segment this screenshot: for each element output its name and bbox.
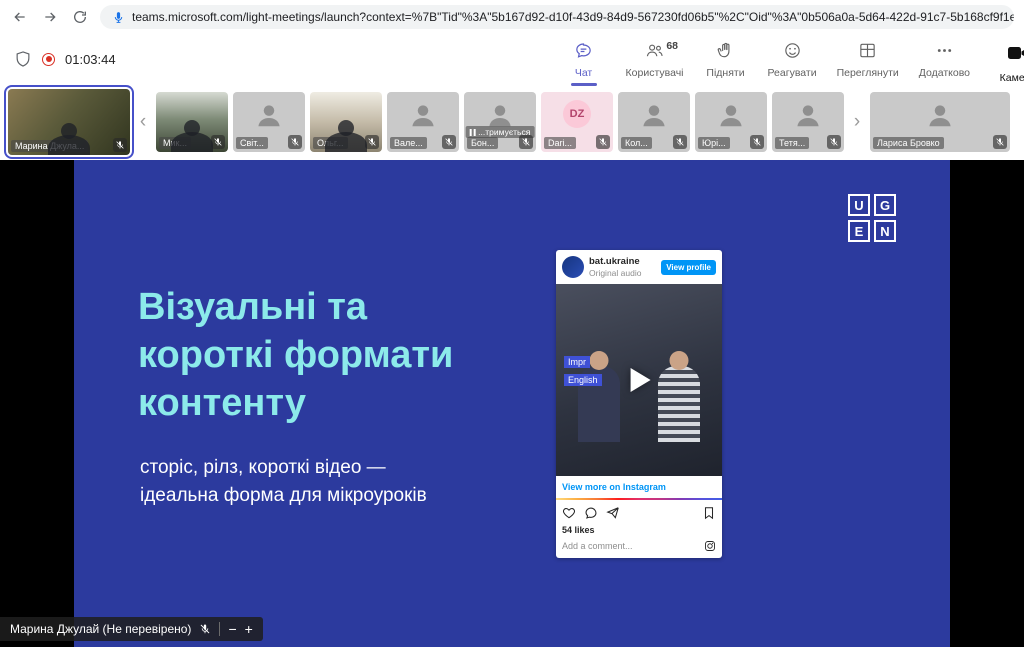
bookmark-icon bbox=[702, 506, 716, 520]
video-caption: English bbox=[564, 374, 602, 386]
pause-icon bbox=[470, 129, 476, 136]
toolbar-view-button[interactable]: Переглянути bbox=[837, 41, 899, 79]
back-icon[interactable] bbox=[10, 7, 30, 27]
participant-tile[interactable]: Ольг... bbox=[310, 92, 382, 152]
instagram-audio-label: Original audio bbox=[589, 268, 641, 278]
camera-icon bbox=[1006, 41, 1024, 70]
strip-scroll-left-button[interactable]: ‹ bbox=[135, 100, 151, 144]
toolbar-people-button[interactable]: 68 Користувачі bbox=[626, 41, 684, 79]
initials-avatar: DZ bbox=[563, 100, 591, 128]
participant-tile[interactable]: Кол... bbox=[618, 92, 690, 152]
instagram-embed-card: bat.ukraine Original audio View profile … bbox=[556, 250, 722, 558]
participant-count: 68 bbox=[666, 40, 678, 52]
instagram-avatar bbox=[562, 256, 584, 278]
toolbar-camera-button[interactable]: Камера bbox=[996, 41, 1024, 84]
avatar-icon bbox=[793, 100, 823, 135]
forward-icon[interactable] bbox=[40, 7, 60, 27]
toolbar-chat-button[interactable]: Чат bbox=[562, 41, 606, 79]
mic-muted-icon bbox=[442, 135, 456, 149]
shield-icon bbox=[14, 50, 32, 68]
view-grid-icon bbox=[858, 41, 877, 65]
instagram-video: Impr English bbox=[556, 284, 722, 476]
toolbar-raise-hand-button[interactable]: Підняти bbox=[704, 41, 748, 79]
screen-share-stage: U G E N Візуальні та короткі формати кон… bbox=[0, 160, 1024, 647]
participant-tile[interactable]: Мик... bbox=[156, 92, 228, 152]
mic-muted-icon bbox=[211, 135, 225, 149]
people-icon: 68 bbox=[645, 41, 664, 65]
mic-muted-icon bbox=[288, 135, 302, 149]
slide-title: Візуальні та короткі формати контенту bbox=[138, 284, 453, 428]
participant-tile[interactable]: Вале... bbox=[387, 92, 459, 152]
meeting-header: 01:03:44 Чат 68 Користувачі Підняти bbox=[0, 34, 1024, 84]
mic-permission-icon[interactable] bbox=[112, 11, 125, 24]
mic-muted-icon bbox=[113, 138, 127, 152]
mic-muted-icon bbox=[750, 135, 764, 149]
avatar-icon bbox=[925, 100, 955, 135]
participant-tile[interactable]: Світ... bbox=[233, 92, 305, 152]
participant-tile-on-hold[interactable]: ...тримується Бон... bbox=[464, 92, 536, 152]
mic-muted-icon bbox=[519, 135, 533, 149]
avatar-icon bbox=[254, 100, 284, 135]
play-icon bbox=[631, 368, 651, 392]
comment-icon bbox=[584, 506, 598, 520]
view-profile-button: View profile bbox=[661, 260, 716, 275]
more-dots-icon bbox=[935, 41, 954, 65]
url-text: teams.microsoft.com/light-meetings/launc… bbox=[132, 10, 1014, 24]
video-caption: Impr bbox=[564, 356, 590, 368]
view-more-link: View more on Instagram bbox=[556, 476, 722, 498]
avatar-icon bbox=[716, 100, 746, 135]
likes-count: 54 likes bbox=[556, 523, 722, 537]
participant-tile[interactable]: Юрі... bbox=[695, 92, 767, 152]
participant-tile[interactable]: Лариса Бровко bbox=[870, 92, 1010, 152]
meeting-timer: 01:03:44 bbox=[65, 52, 116, 67]
raise-hand-icon bbox=[716, 41, 735, 65]
mic-muted-icon bbox=[673, 135, 687, 149]
chat-icon bbox=[574, 41, 593, 65]
participant-strip: Марина Джула... ‹ Мик... Світ... Ольг...… bbox=[0, 84, 1024, 160]
refresh-icon[interactable] bbox=[70, 7, 90, 27]
person-figure bbox=[658, 366, 700, 442]
recording-icon bbox=[42, 53, 55, 66]
participant-tile[interactable]: DZ Dari... bbox=[541, 92, 613, 152]
instagram-username: bat.ukraine bbox=[589, 256, 641, 267]
add-comment-text: Add a comment... bbox=[562, 541, 633, 551]
address-bar[interactable]: teams.microsoft.com/light-meetings/launc… bbox=[100, 5, 1014, 29]
presenter-name-bar: Марина Джулай (Не перевірено) − + bbox=[0, 617, 263, 641]
strip-scroll-right-button[interactable]: › bbox=[849, 100, 865, 144]
presenter-name: Марина Джулай (Не перевірено) bbox=[10, 622, 191, 636]
mic-muted-icon bbox=[596, 135, 610, 149]
toolbar-react-button[interactable]: Реагувати bbox=[768, 41, 817, 79]
active-tab-underline bbox=[571, 83, 597, 86]
like-icon bbox=[562, 506, 576, 520]
slide-subtitle: сторіс, рілз, короткі відео — ідеальна ф… bbox=[140, 454, 427, 509]
participant-tile[interactable]: Марина Джула... bbox=[8, 89, 130, 155]
browser-toolbar: teams.microsoft.com/light-meetings/launc… bbox=[0, 0, 1024, 34]
instagram-icon bbox=[704, 540, 716, 552]
mic-muted-icon bbox=[993, 135, 1007, 149]
toolbar-more-button[interactable]: Додатково bbox=[919, 41, 970, 79]
ugen-logo: U G E N bbox=[848, 194, 896, 242]
share-icon bbox=[606, 506, 620, 520]
mic-muted-icon bbox=[827, 135, 841, 149]
avatar-icon bbox=[408, 100, 438, 135]
participant-tile[interactable]: Тетя... bbox=[772, 92, 844, 152]
avatar-icon bbox=[639, 100, 669, 135]
meeting-toolbar: Чат 68 Користувачі Підняти Реагувати bbox=[562, 35, 1024, 84]
smiley-icon bbox=[783, 41, 802, 65]
mic-muted-icon bbox=[365, 135, 379, 149]
zoom-in-button[interactable]: + bbox=[245, 622, 253, 636]
presentation-slide: U G E N Візуальні та короткі формати кон… bbox=[74, 160, 950, 647]
zoom-out-button[interactable]: − bbox=[228, 622, 236, 636]
presenter-mic-icon bbox=[199, 623, 211, 635]
divider bbox=[219, 622, 220, 636]
